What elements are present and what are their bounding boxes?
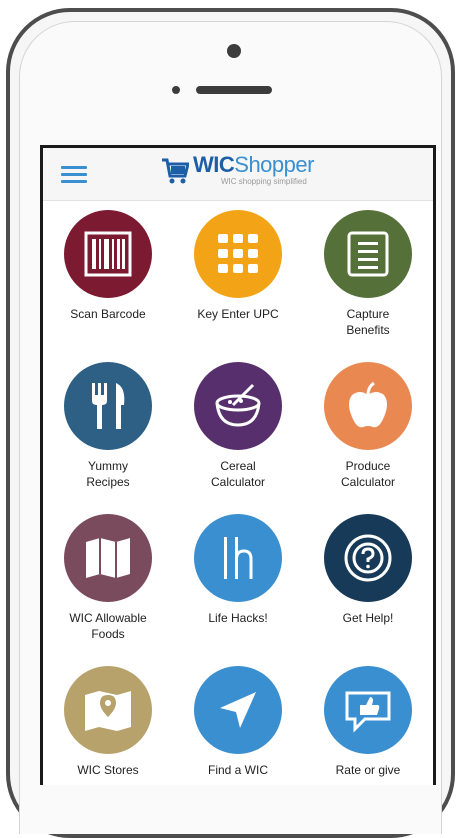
map-book-icon [86, 538, 130, 578]
sensor-icon [172, 86, 180, 94]
document-icon [347, 231, 389, 277]
tile-label: Life Hacks! [208, 611, 268, 625]
store-map-icon [85, 691, 131, 731]
utensils-icon [92, 383, 125, 429]
tile-label: Yummy Recipes [86, 459, 130, 490]
tile-rate-or-give[interactable]: Rate or give [303, 666, 433, 778]
app-logo: WICShopper WIC shopping simplified [161, 154, 314, 194]
tile-label: Produce Calculator [340, 459, 396, 490]
keypad-icon [218, 234, 258, 273]
tile-wic-allowable-foods[interactable]: WIC Allowable Foods [43, 514, 173, 642]
tile-circle [324, 514, 412, 602]
life-hacks-icon [224, 537, 253, 579]
tile-life-hacks[interactable]: Life Hacks! [173, 514, 303, 626]
app-bar: WICShopper WIC shopping simplified [43, 148, 433, 201]
brand-wic: WIC [193, 152, 235, 177]
tile-circle [64, 514, 152, 602]
tile-label: Find a WIC [207, 763, 268, 777]
tile-circle [194, 210, 282, 298]
tile-circle [194, 666, 282, 754]
tile-circle [64, 210, 152, 298]
tile-capture-benefits[interactable]: Capture Benefits [303, 210, 433, 338]
tile-cereal-calculator[interactable]: Cereal Calculator [173, 362, 303, 490]
help-icon [344, 534, 392, 582]
tile-circle [64, 666, 152, 754]
hamburger-menu-icon[interactable] [61, 166, 87, 183]
tile-produce-calculator[interactable]: Produce Calculator [303, 362, 433, 490]
app-brand: WICShopper [193, 154, 314, 176]
tile-label: WIC Allowable Foods [69, 611, 147, 642]
tile-label: Scan Barcode [70, 307, 146, 321]
tile-find-a-wic[interactable]: Find a WIC [173, 666, 303, 778]
apple-icon [349, 381, 387, 428]
tile-circle [194, 362, 282, 450]
feedback-icon [345, 691, 391, 733]
tile-yummy-recipes[interactable]: Yummy Recipes [43, 362, 173, 490]
tile-label: Capture Benefits [346, 307, 390, 338]
cereal-bowl-icon [215, 383, 261, 427]
shopping-cart-icon [162, 158, 189, 184]
tile-scan-barcode[interactable]: Scan Barcode [43, 210, 173, 322]
tile-label: Cereal Calculator [210, 459, 266, 490]
tile-key-enter-upc[interactable]: Key Enter UPC [173, 210, 303, 322]
navigation-icon [220, 692, 256, 728]
tile-label: Rate or give [335, 763, 401, 777]
tile-circle [324, 666, 412, 754]
tile-label: Get Help! [342, 611, 394, 625]
barcode-icon [84, 231, 132, 277]
tile-circle [324, 210, 412, 298]
tile-label: Key Enter UPC [197, 307, 279, 321]
tile-circle [194, 514, 282, 602]
speaker-icon [196, 86, 272, 94]
tile-label: WIC Stores [77, 763, 139, 777]
tile-circle [64, 362, 152, 450]
tile-wic-stores[interactable]: WIC Stores [43, 666, 173, 778]
camera-icon [227, 44, 241, 58]
app-screen: WICShopper WIC shopping simplified Scan … [40, 145, 436, 785]
brand-shopper: Shopper [234, 152, 314, 177]
tile-get-help[interactable]: Get Help! [303, 514, 433, 626]
app-tagline: WIC shopping simplified [221, 177, 307, 186]
tile-circle [324, 362, 412, 450]
